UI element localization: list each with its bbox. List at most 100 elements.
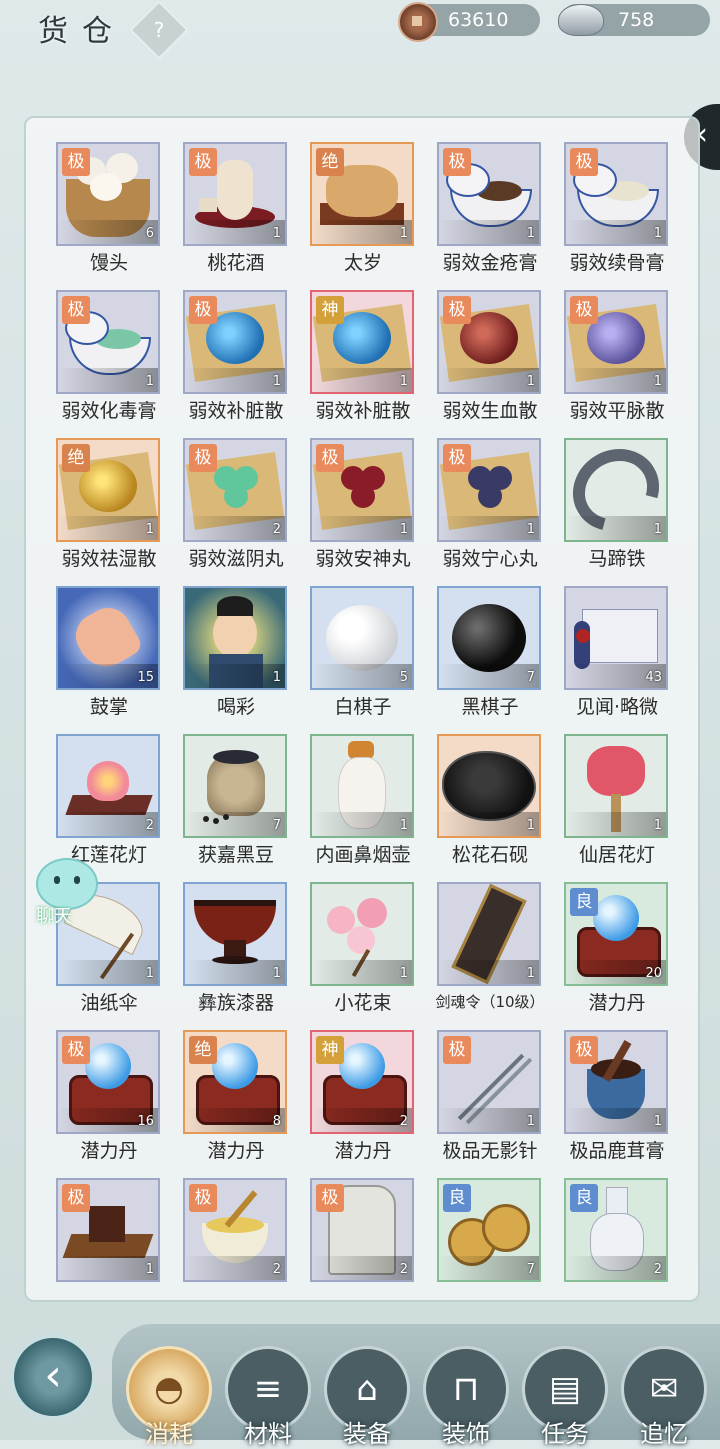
item-slot[interactable]: 极1 [183,290,287,394]
inventory-item[interactable]: 极 1 极品无影针 [435,1030,545,1176]
tab-book[interactable]: ▤ 任务 [520,1340,610,1448]
item-count: 5 [399,670,408,685]
item-slot[interactable]: 1 [564,734,668,838]
item-count: 1 [145,966,154,981]
inventory-item[interactable]: 极 1 弱效续骨膏 [562,142,668,288]
item-slot[interactable]: 极1 [183,142,287,246]
item-slot[interactable]: 极1 [564,1030,668,1134]
item-count: 1 [653,226,662,241]
item-slot[interactable]: 良2 [564,1178,668,1282]
back-button[interactable]: ‹ [10,1334,96,1420]
inventory-item[interactable]: 绝 8 潜力丹 [181,1030,291,1176]
item-name: 获嘉黑豆 [197,844,274,866]
inventory-item[interactable]: 神 2 潜力丹 [308,1030,418,1176]
item-count: 2 [399,1114,408,1129]
tab-robe[interactable]: ⌂ 装备 [322,1340,412,1448]
inventory-item[interactable]: 极 1 弱效化毒膏 [54,290,164,436]
item-slot[interactable]: 1 [564,438,668,542]
item-slot[interactable]: 极2 [183,438,287,542]
inventory-item[interactable]: 43 见闻·略微 [562,586,668,732]
inventory-item[interactable]: 7 黑棋子 [435,586,545,732]
item-slot[interactable]: 极1 [437,142,541,246]
item-slot[interactable]: 1 [437,882,541,986]
item-slot[interactable]: 神2 [310,1030,414,1134]
inventory-item[interactable]: 良2 [562,1178,668,1286]
inventory-item[interactable]: 1 彝族漆器 [181,882,291,1028]
rarity-badge: 极 [62,296,90,324]
inventory-item[interactable]: 极 1 弱效安神丸 [308,438,418,584]
item-slot[interactable]: 极6 [56,142,160,246]
inventory-item[interactable]: 1 内画鼻烟壶 [308,734,418,880]
item-slot[interactable]: 2 [56,734,160,838]
item-slot[interactable]: 极1 [310,438,414,542]
item-slot[interactable]: 极1 [437,1030,541,1134]
inventory-item[interactable]: 5 白棋子 [308,586,418,732]
inventory-item[interactable]: 极 1 桃花酒 [181,142,291,288]
item-slot[interactable]: 绝1 [56,438,160,542]
copper-value: 63610 [448,9,509,31]
inventory-item[interactable]: 良7 [435,1178,545,1286]
item-slot[interactable]: 5 [310,586,414,690]
inventory-item[interactable]: 极 1 弱效平脉散 [562,290,668,436]
item-slot[interactable]: 神1 [310,290,414,394]
item-slot[interactable]: 极1 [56,290,160,394]
item-slot[interactable]: 1 [183,586,287,690]
inventory-item[interactable]: 神 1 弱效补脏散 [308,290,418,436]
tab-bridge[interactable]: ⊓ 装饰 [421,1340,511,1448]
inventory-item[interactable]: 15 鼓掌 [54,586,164,732]
item-slot[interactable]: 1 [310,734,414,838]
tab-letter[interactable]: ✉ 追忆 [619,1340,709,1448]
inventory-item[interactable]: 1 小花束 [308,882,418,1028]
item-slot[interactable]: 极2 [183,1178,287,1282]
inventory-item[interactable]: 良 20 潜力丹 [562,882,668,1028]
help-button[interactable]: ? [129,0,189,60]
item-grid[interactable]: 极 6 馒头极 1 桃花酒绝 1 太岁极 1 弱效金疮膏极 1 弱效续骨膏极 1 弱效化毒膏极 1 弱效补脏… [54,142,668,1286]
rarity-badge: 极 [316,1184,344,1212]
inventory-item[interactable]: 1 剑魂令（10级） [435,882,545,1028]
item-slot[interactable]: 良 20 [564,882,668,986]
inventory-item[interactable]: 极 6 馒头 [54,142,164,288]
item-slot[interactable]: 绝8 [183,1030,287,1134]
item-slot[interactable]: 极2 [310,1178,414,1282]
inventory-item[interactable]: 1 马蹄铁 [562,438,668,584]
inventory-item[interactable]: 极 1 弱效生血散 [435,290,545,436]
count-bar [439,960,539,984]
inventory-item[interactable]: 7 获嘉黑豆 [181,734,291,880]
item-slot[interactable]: 1 [183,882,287,986]
inventory-item[interactable]: 极 1 弱效金疮膏 [435,142,545,288]
item-slot[interactable]: 极 16 [56,1030,160,1134]
item-slot[interactable]: 极1 [437,290,541,394]
inventory-item[interactable]: 极1 [54,1178,164,1286]
inventory-item[interactable]: 极 1 极品鹿茸膏 [562,1030,668,1176]
inventory-item[interactable]: 1 仙居花灯 [562,734,668,880]
inventory-item[interactable]: 1 松花石砚 [435,734,545,880]
inventory-item[interactable]: 极 1 弱效补脏散 [181,290,291,436]
inventory-item[interactable]: 极 1 弱效宁心丸 [435,438,545,584]
item-slot[interactable]: 极1 [564,290,668,394]
item-slot[interactable]: 绝1 [310,142,414,246]
item-name: 白棋子 [334,696,392,718]
item-slot[interactable]: 良7 [437,1178,541,1282]
item-slot[interactable]: 1 [437,734,541,838]
item-slot[interactable]: 7 [183,734,287,838]
inventory-item[interactable]: 绝 1 太岁 [308,142,418,288]
tab-bowl[interactable]: ◓ 消耗 [124,1340,214,1448]
lotus-icon [63,751,153,821]
item-slot[interactable]: 7 [437,586,541,690]
item-name: 弱效补脏散 [188,400,284,422]
black-stone-icon [452,604,526,672]
item-slot[interactable]: 43 [564,586,668,690]
inventory-item[interactable]: 绝 1 弱效祛湿散 [54,438,164,584]
inventory-item[interactable]: 极2 [181,1178,291,1286]
inventory-item[interactable]: 极 16 潜力丹 [54,1030,164,1176]
tab-logs[interactable]: ≡ 材料 [223,1340,313,1448]
item-slot[interactable]: 1 [310,882,414,986]
item-slot[interactable]: 极1 [437,438,541,542]
item-slot[interactable]: 极1 [56,1178,160,1282]
item-slot[interactable]: 极1 [564,142,668,246]
inventory-item[interactable]: 1 喝彩 [181,586,291,732]
inventory-item[interactable]: 极 2 弱效滋阴丸 [181,438,291,584]
inventory-item[interactable]: 极2 [308,1178,418,1286]
chat-button[interactable]: 聊天 [30,858,98,928]
item-slot[interactable]: 15 [56,586,160,690]
